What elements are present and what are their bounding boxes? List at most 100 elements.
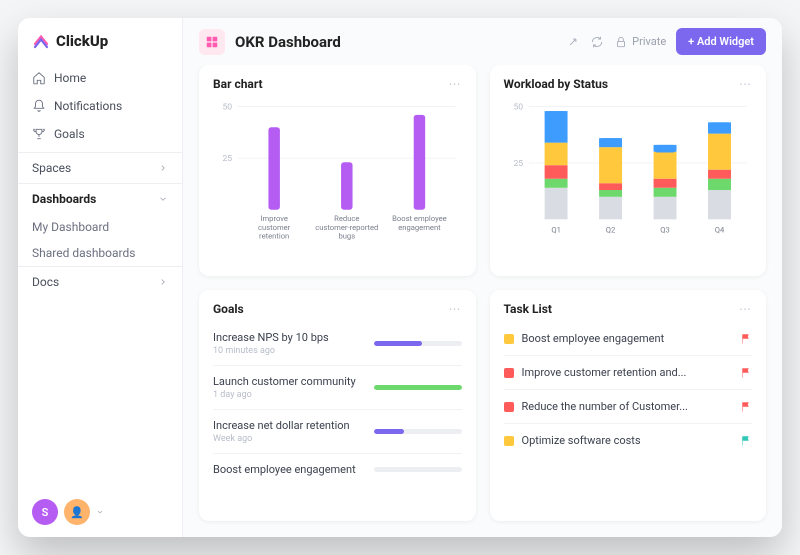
chevron-right-icon: [158, 163, 168, 173]
card-title: Bar chart: [213, 77, 263, 91]
goal-name: Increase NPS by 10 bps: [213, 331, 329, 344]
flag-icon: [740, 401, 752, 413]
nav-shared-dashboards[interactable]: Shared dashboards: [18, 240, 182, 266]
goal-row[interactable]: Boost employee engagement: [213, 453, 462, 485]
flag-icon: [740, 435, 752, 447]
card-menu-icon[interactable]: ⋯: [449, 302, 462, 316]
goal-meta: Week ago: [213, 434, 350, 444]
goals-list: Increase NPS by 10 bps 10 minutes ago Laun…: [213, 322, 462, 485]
brand-name: ClickUp: [56, 32, 108, 50]
nav-notifications[interactable]: Notifications: [18, 92, 182, 120]
card-workload: Workload by Status ⋯ 25 50 Q1 Q2 Q3 Q4: [490, 65, 767, 276]
svg-text:Q2: Q2: [605, 226, 615, 235]
card-task-list: Task List ⋯ Boost employee engagement Impr…: [490, 290, 767, 521]
svg-text:retention: retention: [259, 231, 289, 240]
task-row[interactable]: Improve customer retention and...: [504, 355, 753, 389]
refresh-icon[interactable]: [590, 35, 604, 49]
privacy-indicator[interactable]: Private: [614, 35, 666, 49]
main-area: OKR Dashboard Private + Add Widget Bar c…: [183, 18, 782, 537]
chevron-right-icon: [158, 277, 168, 287]
nav-primary: Home Notifications Goals: [18, 60, 182, 152]
flag-icon: [740, 333, 752, 345]
dashboard-icon: [199, 29, 225, 55]
section-dashboards-label: Dashboards: [32, 192, 96, 206]
task-name: Reduce the number of Customer...: [522, 400, 688, 413]
svg-text:customer: customer: [258, 223, 291, 232]
brand-logo[interactable]: ClickUp: [18, 18, 182, 60]
goal-name: Launch customer community: [213, 375, 356, 388]
goal-progress: [374, 341, 462, 346]
clickup-logo-icon: [32, 32, 50, 50]
avatar[interactable]: 👤: [64, 499, 90, 525]
task-row[interactable]: Reduce the number of Customer...: [504, 389, 753, 423]
svg-text:50: 50: [513, 102, 523, 112]
card-menu-icon[interactable]: ⋯: [739, 77, 752, 91]
status-square-icon: [504, 436, 514, 446]
section-dashboards[interactable]: Dashboards: [18, 183, 182, 214]
task-name: Optimize software costs: [522, 434, 641, 447]
goal-name: Boost employee engagement: [213, 463, 356, 476]
section-docs-label: Docs: [32, 275, 59, 289]
trophy-icon: [32, 127, 46, 141]
card-title: Workload by Status: [504, 77, 609, 91]
home-icon: [32, 71, 46, 85]
goal-row[interactable]: Launch customer community 1 day ago: [213, 365, 462, 409]
task-row[interactable]: Boost employee engagement: [504, 322, 753, 355]
privacy-label: Private: [632, 35, 666, 48]
chevron-down-icon: [158, 194, 168, 204]
section-spaces[interactable]: Spaces: [18, 152, 182, 183]
nav-home[interactable]: Home: [18, 64, 182, 92]
expand-icon[interactable]: [566, 35, 580, 49]
goal-progress: [374, 429, 462, 434]
svg-text:Reduce: Reduce: [334, 214, 359, 223]
chevron-down-icon[interactable]: [96, 508, 104, 516]
goal-progress: [374, 385, 462, 390]
goal-meta: 10 minutes ago: [213, 346, 329, 356]
goal-row[interactable]: Increase net dollar retention Week ago: [213, 409, 462, 453]
avatar[interactable]: S: [32, 499, 58, 525]
card-menu-icon[interactable]: ⋯: [739, 302, 752, 316]
svg-text:Q1: Q1: [551, 226, 561, 235]
goal-row[interactable]: Increase NPS by 10 bps 10 minutes ago: [213, 322, 462, 365]
nav-my-dashboard[interactable]: My Dashboard: [18, 214, 182, 240]
app-window: ClickUp Home Notifications Goals Spaces …: [18, 18, 782, 537]
card-menu-icon[interactable]: ⋯: [449, 77, 462, 91]
task-name: Improve customer retention and...: [522, 366, 687, 379]
nav-goals[interactable]: Goals: [18, 120, 182, 148]
task-name: Boost employee engagement: [522, 332, 665, 345]
flag-icon: [740, 367, 752, 379]
user-avatars: S 👤: [18, 487, 182, 537]
svg-text:50: 50: [222, 102, 232, 112]
svg-text:25: 25: [222, 154, 232, 164]
nav-goals-label: Goals: [54, 127, 85, 141]
section-docs[interactable]: Docs: [18, 266, 182, 297]
goal-name: Increase net dollar retention: [213, 419, 350, 432]
status-square-icon: [504, 368, 514, 378]
sidebar: ClickUp Home Notifications Goals Spaces …: [18, 18, 183, 537]
svg-text:bugs: bugs: [338, 231, 355, 240]
goal-meta: 1 day ago: [213, 390, 356, 400]
bell-icon: [32, 99, 46, 113]
svg-text:Boost employee: Boost employee: [392, 214, 447, 223]
status-square-icon: [504, 334, 514, 344]
card-title: Task List: [504, 302, 552, 316]
section-spaces-label: Spaces: [32, 161, 71, 175]
svg-text:25: 25: [513, 159, 523, 169]
task-list: Boost employee engagement Improve custome…: [504, 322, 753, 457]
nav-home-label: Home: [54, 71, 86, 85]
page-title: OKR Dashboard: [235, 33, 341, 51]
svg-text:Q3: Q3: [660, 226, 670, 235]
workload-chart: 25 50 Q1 Q2 Q3 Q4: [504, 97, 753, 240]
bar-chart: 25 50 Improvecustomerretention Reducecustom…: [213, 97, 462, 240]
svg-text:Improve: Improve: [260, 214, 288, 223]
svg-text:Q4: Q4: [714, 226, 724, 235]
svg-text:customer-reported: customer-reported: [315, 223, 378, 232]
add-widget-button[interactable]: + Add Widget: [676, 28, 766, 55]
card-title: Goals: [213, 302, 244, 316]
card-goals: Goals ⋯ Increase NPS by 10 bps 10 minutes …: [199, 290, 476, 521]
dashboard-grid: Bar chart ⋯ 25 50 Improvecustomerretention R…: [183, 65, 782, 537]
lock-icon: [614, 35, 628, 49]
task-row[interactable]: Optimize software costs: [504, 423, 753, 457]
card-bar-chart: Bar chart ⋯ 25 50 Improvecustomerretention R…: [199, 65, 476, 276]
svg-text:engagement: engagement: [398, 223, 441, 232]
